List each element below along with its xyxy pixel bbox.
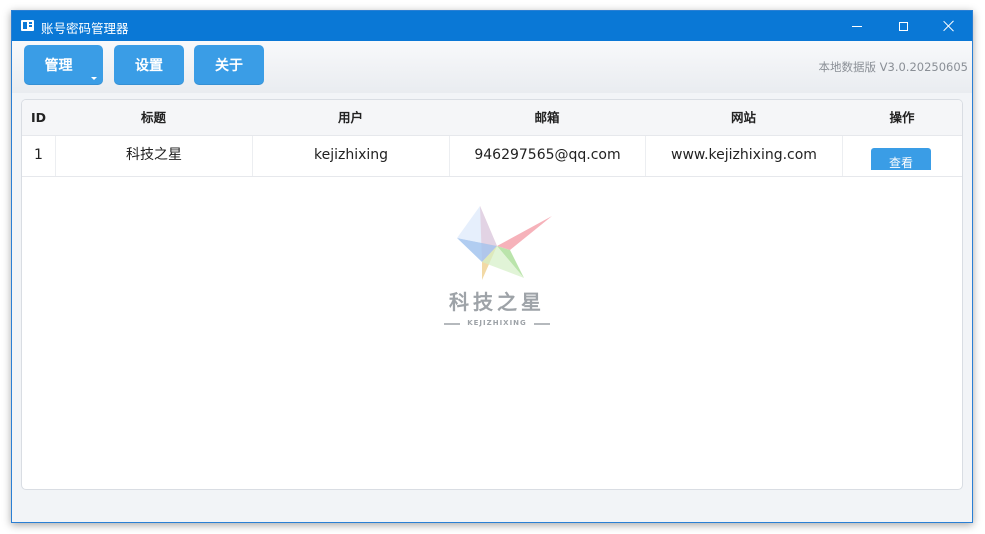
minimize-icon: [852, 25, 862, 27]
star-logo-icon: [457, 206, 552, 280]
chevron-down-icon: [91, 77, 97, 80]
cell-site: www.kejizhixing.com: [645, 136, 842, 176]
version-label: 本地数据版 V3.0.20250605: [818, 60, 969, 74]
cell-email: 946297565@qq.com: [449, 136, 645, 176]
maximize-button[interactable]: [880, 11, 926, 41]
manage-label: 管理: [44, 58, 73, 74]
column-header-email[interactable]: 邮箱: [449, 100, 645, 135]
cell-id: 1: [34, 147, 43, 163]
title-bar[interactable]: 账号密码管理器: [12, 11, 972, 41]
settings-button[interactable]: 设置: [114, 45, 184, 85]
window-title: 账号密码管理器: [41, 21, 129, 36]
app-window: 账号密码管理器 管理 设置 关于 本地数据版 V3.0.20250605 ID …: [11, 10, 973, 523]
cell-user: kejizhixing: [252, 136, 449, 176]
table-row[interactable]: 1 科技之星 kejizhixing 946297565@qq.com www.…: [22, 136, 962, 177]
watermark-text: 科技之星: [449, 290, 545, 314]
app-icon: [21, 20, 34, 31]
column-header-user[interactable]: 用户: [252, 100, 449, 135]
column-header-title[interactable]: 标题: [55, 100, 252, 135]
watermark-divider: [534, 323, 550, 325]
manage-dropdown-button[interactable]: 管理: [24, 45, 103, 85]
cell-title: 科技之星: [55, 136, 252, 176]
watermark-logo: 科技之星 KEJIZHIXING: [442, 200, 552, 330]
toolbar: 管理 设置 关于 本地数据版 V3.0.20250605: [12, 41, 972, 93]
about-button[interactable]: 关于: [194, 45, 264, 85]
close-icon: [943, 20, 955, 32]
maximize-icon: [898, 21, 908, 31]
column-header-action[interactable]: 操作: [842, 100, 962, 135]
table-header: ID 标题 用户 邮箱 网站 操作: [22, 100, 962, 136]
accounts-table: ID 标题 用户 邮箱 网站 操作 1 科技之星 kejizhixing 946…: [21, 99, 963, 490]
close-button[interactable]: [926, 11, 972, 41]
column-header-site[interactable]: 网站: [645, 100, 842, 135]
view-button[interactable]: 查看: [871, 148, 931, 170]
column-header-id[interactable]: ID: [22, 100, 55, 135]
minimize-button[interactable]: [834, 11, 880, 41]
